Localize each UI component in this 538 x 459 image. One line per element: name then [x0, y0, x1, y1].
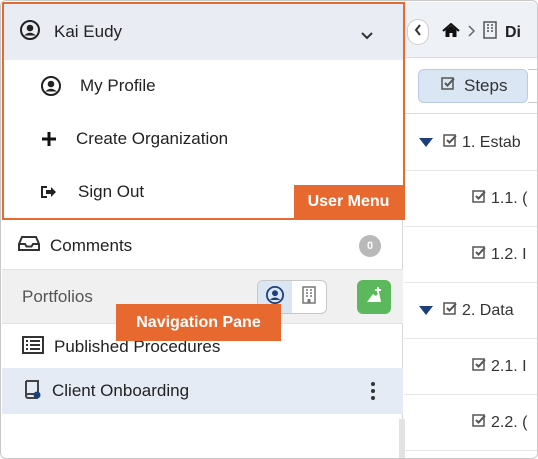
- caret-down-icon[interactable]: [419, 302, 433, 320]
- user-circle-icon: [20, 19, 40, 45]
- navigation-pane-callout: Navigation Pane: [116, 304, 281, 341]
- main-content: Di Steps 1. Estab 1.1. (1.2. I 2. Data …: [404, 2, 537, 458]
- menu-item-my-profile[interactable]: My Profile: [40, 76, 156, 96]
- collapse-nav-button[interactable]: [407, 19, 429, 45]
- inbox-icon: [18, 235, 40, 256]
- user-circle-icon: [40, 76, 62, 96]
- breadcrumb-separator-icon: [468, 24, 476, 42]
- list-icon: [22, 335, 44, 359]
- tab-next[interactable]: [528, 69, 537, 103]
- menu-item-label: My Profile: [80, 76, 156, 95]
- step-row[interactable]: 1.1. (: [404, 171, 537, 227]
- nav-item-label: Comments: [50, 235, 133, 255]
- user-menu-callout: User Menu: [294, 185, 403, 219]
- step-label: 2. Data: [462, 301, 514, 319]
- tab-steps[interactable]: Steps: [418, 69, 528, 103]
- navigation-pane: Kai Eudy My Profile Create Organization: [2, 2, 405, 458]
- sign-out-icon: [38, 184, 60, 200]
- menu-item-create-organization[interactable]: Create Organization: [38, 129, 228, 149]
- chevron-left-icon: [414, 23, 422, 41]
- checkbox-icon: [443, 133, 458, 153]
- breadcrumb-current[interactable]: Di: [505, 24, 521, 42]
- step-label: 1.1. (: [491, 189, 528, 207]
- user-menu-header[interactable]: Kai Eudy: [4, 4, 403, 60]
- checkbox-icon: [472, 357, 487, 377]
- step-row[interactable]: 1.2. I: [404, 227, 537, 283]
- chevron-down-icon[interactable]: [361, 25, 373, 45]
- step-label: 2.1. I: [491, 357, 527, 375]
- breadcrumb: Di: [442, 21, 521, 44]
- user-name: Kai Eudy: [54, 22, 123, 41]
- step-label: 2.2. (: [491, 413, 528, 431]
- tab-label: Steps: [464, 76, 508, 95]
- nav-item-client-onboarding[interactable]: Client Onboarding: [2, 368, 403, 414]
- organization-view-button[interactable]: [292, 281, 326, 313]
- nav-item-label: Client Onboarding: [52, 381, 190, 400]
- nav-item-comments[interactable]: Comments 0: [2, 222, 403, 270]
- app-window: Kai Eudy My Profile Create Organization: [0, 0, 538, 459]
- checkbox-icon: [441, 76, 456, 96]
- content-tabbar: Steps: [404, 58, 537, 114]
- nav-scrollbar[interactable]: [399, 419, 405, 458]
- menu-item-label: Create Organization: [76, 129, 229, 148]
- content-topbar: Di: [404, 2, 537, 58]
- checkbox-icon: [472, 245, 487, 265]
- step-row[interactable]: 2.2. (: [404, 395, 537, 451]
- checkbox-icon: [472, 413, 487, 433]
- step-row[interactable]: 2. Data: [404, 283, 537, 339]
- book-icon: [22, 379, 42, 404]
- building-icon: [483, 21, 497, 44]
- menu-item-label: Sign Out: [78, 182, 145, 201]
- caret-down-icon[interactable]: [419, 134, 433, 152]
- building-icon: [302, 285, 316, 309]
- checkbox-icon: [443, 301, 458, 321]
- add-portfolio-button[interactable]: [357, 280, 391, 314]
- plus-icon: [38, 131, 60, 147]
- comments-count-badge: 0: [359, 235, 381, 257]
- step-label: 1.2. I: [491, 245, 527, 263]
- step-label: 1. Estab: [462, 133, 521, 151]
- add-portfolio-icon: [364, 285, 384, 310]
- checkbox-icon: [472, 189, 487, 209]
- home-icon[interactable]: [442, 22, 460, 43]
- step-row[interactable]: 2.1. I: [404, 339, 537, 395]
- menu-item-sign-out[interactable]: Sign Out: [38, 182, 144, 202]
- portfolios-label: Portfolios: [22, 286, 93, 306]
- more-options-icon[interactable]: [371, 382, 375, 400]
- step-row[interactable]: 1. Estab: [404, 115, 537, 171]
